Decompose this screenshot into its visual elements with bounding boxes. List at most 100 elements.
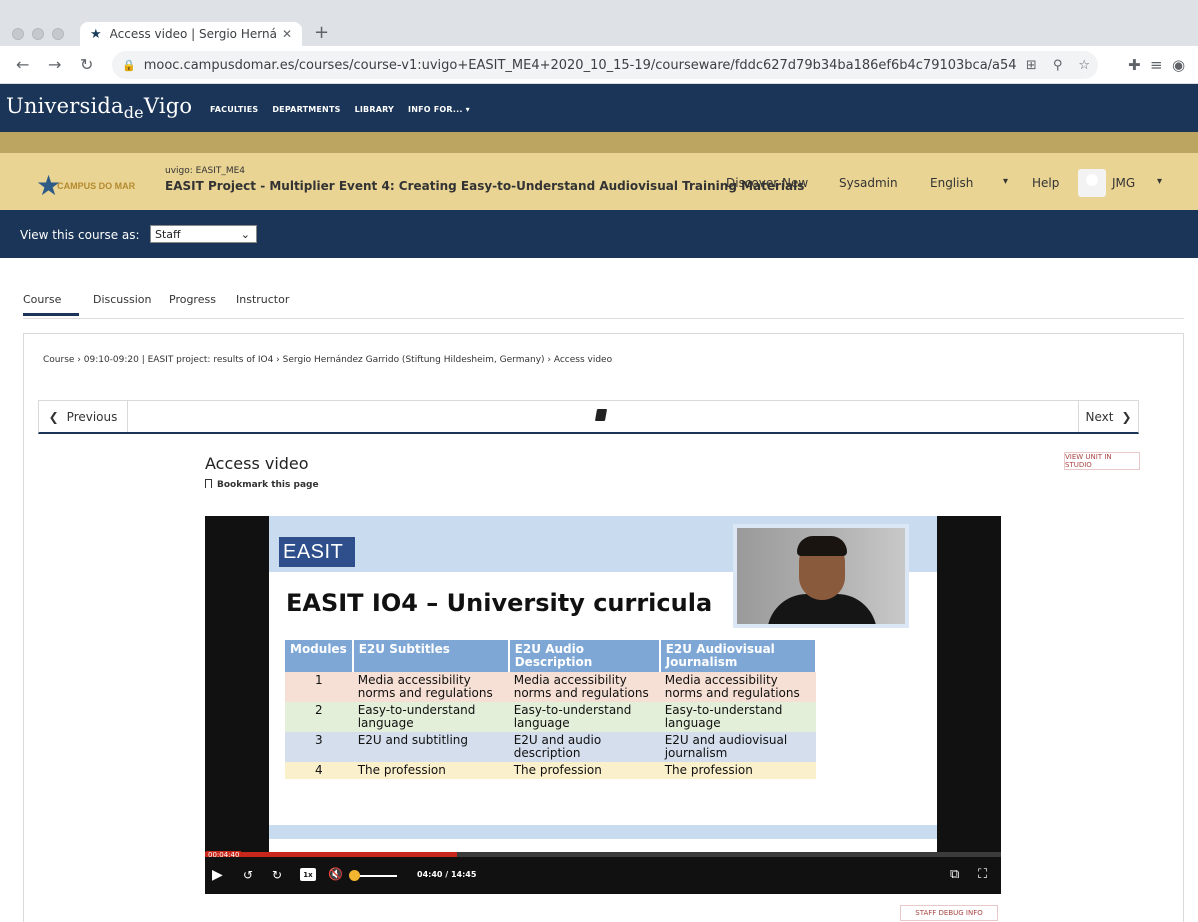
zoom-icon[interactable]: ⚲ (1053, 58, 1063, 73)
nav-departments[interactable]: DEPARTMENTS (272, 105, 340, 114)
university-nav: FACULTIES DEPARTMENTS LIBRARY INFO FOR..… (210, 105, 470, 114)
course-title: EASIT Project - Multiplier Event 4: Crea… (165, 179, 805, 193)
bookmark-label: Bookmark this page (217, 480, 319, 490)
reload-icon[interactable]: ↻ (80, 55, 93, 74)
bookmark-button[interactable]: Bookmark this page (205, 479, 319, 490)
tab-course[interactable]: Course (23, 293, 61, 306)
star-favicon-icon: ★ (90, 26, 102, 42)
table-header: E2U Audiovisual Journalism (659, 640, 817, 672)
table-header: Modules (285, 640, 354, 672)
university-header: UniversidadeVigo FACULTIES DEPARTMENTS L… (0, 84, 1198, 132)
play-icon[interactable]: ▶ (212, 867, 223, 883)
gold-strip (0, 132, 1198, 153)
slide-footer-band (269, 825, 937, 839)
table-cell: E2U and audiovisual journalism (659, 732, 816, 762)
table-row: 2 Easy-to-understand language Easy-to-un… (285, 702, 816, 732)
browser-tab[interactable]: ★ Access video | Sergio Hernánd ✕ (80, 22, 302, 46)
view-as-label: View this course as: (20, 228, 140, 242)
skip-forward-icon[interactable]: ↻ (272, 868, 282, 882)
easit-logo: EASIT (279, 537, 355, 567)
table-cell: E2U and subtitling (352, 732, 509, 762)
table-header: E2U Subtitles (352, 640, 510, 672)
view-as-bar: View this course as: Staff ⌄ (0, 210, 1198, 258)
table-cell: E2U and audio description (508, 732, 660, 762)
table-cell: Easy-to-understand language (352, 702, 509, 732)
staff-debug-info-button[interactable]: STAFF DEBUG INFO (900, 905, 998, 921)
table-cell: The profession (659, 762, 816, 779)
language-select[interactable]: English (930, 176, 973, 190)
view-unit-in-studio-button[interactable]: VIEW UNIT IN STUDIO (1064, 452, 1140, 470)
extensions-icon[interactable]: ✚ (1128, 56, 1141, 74)
breadcrumb[interactable]: Course › 09:10-09:20 | EASIT project: re… (43, 355, 612, 365)
reading-list-icon[interactable]: ≡ (1150, 56, 1163, 74)
sequence-nav: ❮ Previous Next ❯ (38, 400, 1139, 434)
window-minimize-icon[interactable] (32, 28, 44, 40)
table-cell: 3 (285, 732, 353, 762)
course-header: ★ CAMPUS DO MAR uvigo: EASIT_ME4 EASIT P… (0, 153, 1198, 210)
video-player[interactable]: EASIT EASIT IO4 – University curricula M… (205, 516, 1001, 894)
tab-progress[interactable]: Progress (169, 293, 216, 306)
table-row: 1 Media accessibility norms and regulati… (285, 672, 816, 702)
select-chevron-icon: ⌄ (240, 227, 250, 241)
skip-back-icon[interactable]: ↺ (243, 868, 253, 882)
table-cell: 2 (285, 702, 353, 732)
bookmark-star-icon[interactable]: ☆ (1078, 58, 1090, 73)
lock-icon: 🔒 (122, 58, 136, 72)
discover-new-link[interactable]: Discover New (726, 176, 808, 190)
logo-text-2: de (123, 103, 144, 122)
table-row: 3 E2U and subtitling E2U and audio descr… (285, 732, 816, 762)
table-cell: 1 (285, 672, 353, 702)
volume-knob[interactable] (349, 870, 360, 881)
time-readout: 04:40 / 14:45 (417, 870, 477, 879)
campus-logo[interactable]: ★ CAMPUS DO MAR (36, 172, 135, 200)
table-cell: Media accessibility norms and regulation… (659, 672, 816, 702)
tab-discussion[interactable]: Discussion (93, 293, 152, 306)
table-cell: Media accessibility norms and regulation… (352, 672, 509, 702)
playback-speed-button[interactable]: 1x (300, 868, 316, 881)
fullscreen-icon[interactable]: ⛶ (978, 867, 987, 882)
view-as-select[interactable]: Staff ⌄ (150, 225, 257, 243)
nav-info-for[interactable]: INFO FOR... ▾ (408, 105, 470, 114)
tab-instructor[interactable]: Instructor (236, 293, 289, 306)
table-cell: The profession (352, 762, 509, 779)
captions-icon[interactable]: ⧉ (950, 867, 959, 882)
curricula-table: Modules E2U Subtitles E2U Audio Descript… (285, 640, 817, 779)
browser-tab-bar: ★ Access video | Sergio Hernánd ✕ + (0, 0, 1198, 46)
forward-icon[interactable]: → (48, 55, 61, 74)
previous-button[interactable]: ❮ Previous (39, 401, 128, 432)
profile-icon[interactable]: ◉ (1172, 56, 1185, 74)
avatar[interactable] (1078, 169, 1106, 197)
table-cell: The profession (508, 762, 660, 779)
translate-icon[interactable]: ⊞ (1026, 58, 1037, 73)
nav-faculties[interactable]: FACULTIES (210, 105, 258, 114)
next-label: Next (1085, 409, 1114, 424)
speaker-webcam (733, 524, 909, 628)
back-icon[interactable]: ← (16, 55, 29, 74)
video-controls: ▶ ↺ ↻ 1x 🔇 04:40 / 14:45 ⧉ ⛶ (205, 857, 1001, 894)
bookmark-icon (205, 479, 212, 488)
window-zoom-icon[interactable] (52, 28, 64, 40)
help-link[interactable]: Help (1032, 176, 1059, 190)
table-header: E2U Audio Description (508, 640, 661, 672)
address-bar[interactable]: 🔒 mooc.campusdomar.es/courses/course-v1:… (112, 51, 1098, 79)
course-org: uvigo: EASIT_ME4 (165, 166, 246, 176)
new-tab-icon[interactable]: + (314, 22, 329, 43)
volume-slider[interactable] (355, 875, 397, 877)
nav-library[interactable]: LIBRARY (355, 105, 394, 114)
sysadmin-link[interactable]: Sysadmin (839, 176, 898, 190)
video-slide: EASIT EASIT IO4 – University curricula M… (269, 516, 937, 852)
window-close-icon[interactable] (12, 28, 24, 40)
campus-logo-text: CAMPUS DO MAR (57, 181, 136, 191)
user-caret-icon[interactable]: ▾ (1157, 176, 1162, 187)
university-logo[interactable]: UniversidadeVigo (6, 94, 192, 122)
user-menu[interactable]: JMG (1112, 176, 1135, 190)
tab-close-icon[interactable]: ✕ (282, 27, 292, 41)
browser-tab-title: Access video | Sergio Hernánd (109, 27, 276, 41)
table-cell: Media accessibility norms and regulation… (508, 672, 660, 702)
chevron-down-icon[interactable]: ▾ (1003, 176, 1008, 187)
chevron-right-icon: ❯ (1121, 409, 1132, 424)
table-cell: 4 (285, 762, 353, 779)
mute-icon[interactable]: 🔇 (328, 867, 343, 881)
unit-book-icon[interactable] (594, 409, 608, 421)
next-button[interactable]: Next ❯ (1078, 401, 1138, 432)
